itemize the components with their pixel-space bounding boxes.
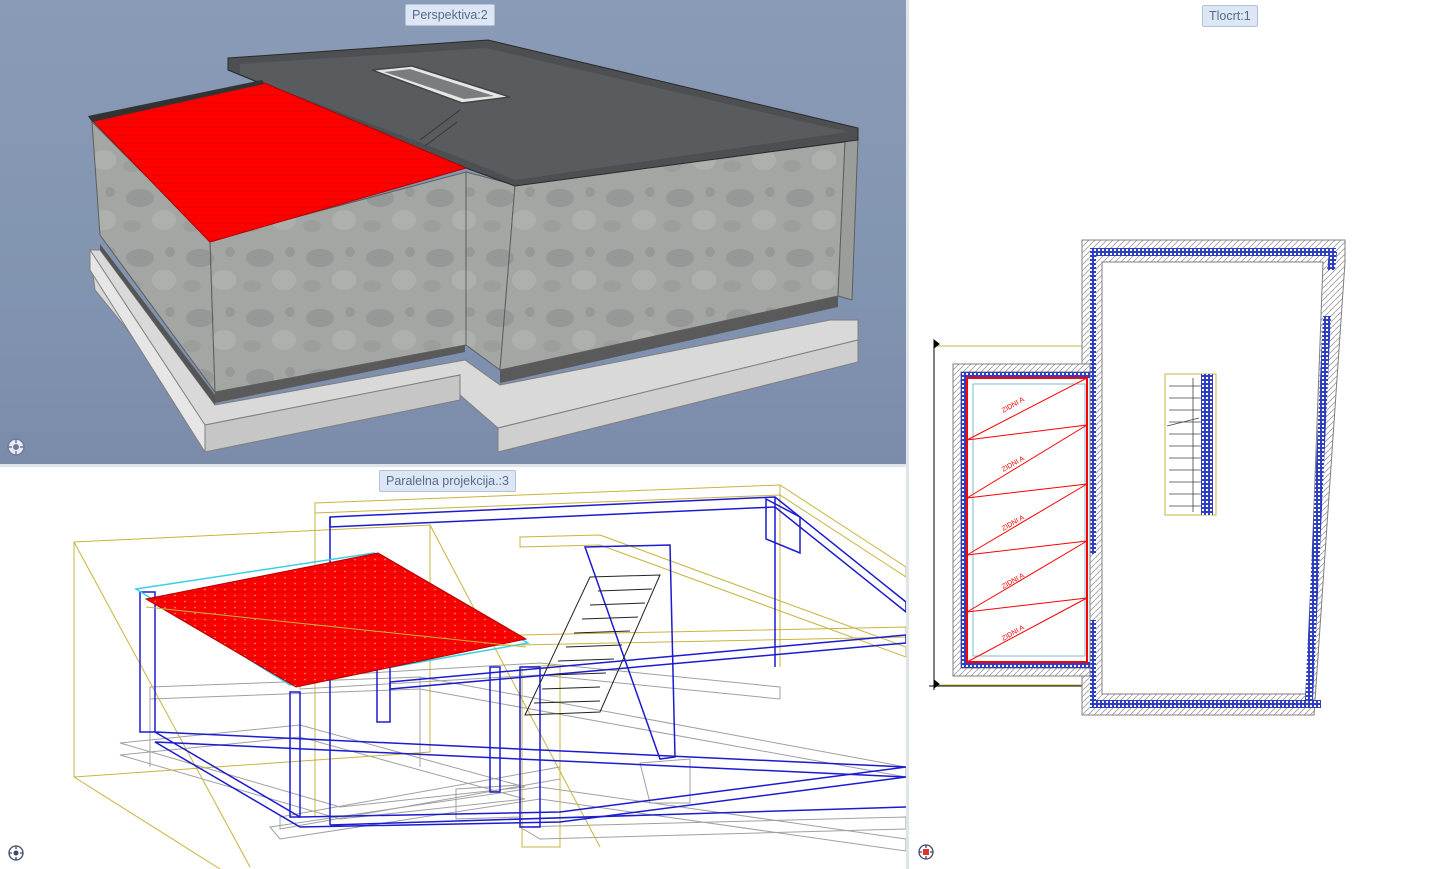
- navigation-wheel-icon[interactable]: [6, 843, 26, 863]
- floor-plan-viewport[interactable]: ZIDNI A ZIDNI A ZIDNI A ZIDNI A ZIDNI A …: [909, 0, 1446, 869]
- view-tab-perspective[interactable]: Perspektiva:2: [405, 4, 495, 26]
- navigation-wheel-icon[interactable]: [916, 842, 936, 862]
- view-tab-parallel-projection[interactable]: Paralelna projekcija.:3: [379, 470, 516, 492]
- parallel-projection-viewport[interactable]: Paralelna projekcija.:3: [0, 467, 906, 869]
- parallel-wireframe-model: [73, 484, 906, 869]
- navigation-wheel-icon[interactable]: [6, 437, 26, 457]
- view-tab-floor-plan[interactable]: Tlocrt:1: [1202, 5, 1258, 27]
- perspective-model: [88, 39, 859, 454]
- perspective-viewport[interactable]: Perspektiva:2: [0, 0, 906, 464]
- floor-plan-drawing: [929, 239, 1346, 716]
